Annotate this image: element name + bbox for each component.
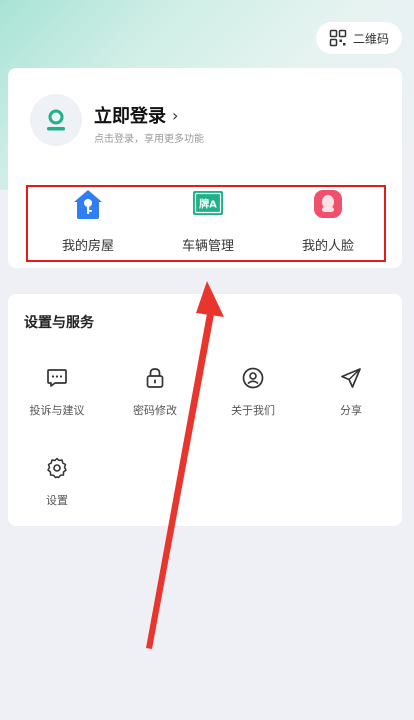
qr-code-icon — [329, 29, 347, 47]
quick-action-vehicle-management[interactable]: 牌A 车辆管理 — [148, 187, 268, 264]
service-password-change[interactable]: 密码修改 — [106, 366, 204, 436]
service-about-us[interactable]: 关于我们 — [204, 366, 302, 436]
default-avatar-icon — [47, 109, 65, 131]
service-label: 关于我们 — [231, 404, 275, 417]
chevron-right-icon: › — [172, 105, 179, 125]
face-icon — [314, 190, 342, 218]
license-plate-icon: 牌A — [193, 191, 223, 215]
login-subtitle: 点击登录，享用更多功能 — [94, 134, 204, 145]
send-icon — [341, 368, 361, 388]
quick-actions-row: 我的房屋 牌A 车辆管理 我的人脸 — [26, 185, 386, 262]
profile-card: 立即登录 › 点击登录，享用更多功能 我的房屋 牌A 车辆管理 我的人脸 — [8, 68, 402, 268]
service-label: 密码修改 — [133, 404, 177, 417]
user-circle-icon — [242, 367, 264, 389]
quick-action-my-face[interactable]: 我的人脸 — [268, 187, 388, 264]
quick-action-label: 我的房屋 — [61, 239, 114, 254]
quick-action-my-house[interactable]: 我的房屋 — [28, 187, 148, 264]
qr-code-button[interactable]: 二维码 — [316, 22, 402, 54]
service-label: 分享 — [340, 404, 362, 417]
plate-badge-text: 牌A — [199, 198, 217, 211]
quick-action-label: 车辆管理 — [181, 239, 234, 254]
login-link[interactable]: 立即登录 › — [94, 102, 178, 128]
quick-action-label: 我的人脸 — [301, 239, 354, 254]
avatar[interactable] — [30, 94, 82, 146]
qr-code-label: 二维码 — [352, 31, 389, 46]
lock-icon — [146, 368, 164, 388]
service-share[interactable]: 分享 — [302, 366, 400, 436]
house-key-icon — [74, 190, 102, 219]
gear-icon — [47, 457, 67, 479]
service-settings[interactable]: 设置 — [8, 456, 106, 526]
service-label: 投诉与建议 — [29, 404, 85, 417]
section-title: 设置与服务 — [24, 315, 94, 331]
service-label: 设置 — [46, 494, 68, 507]
service-complaints[interactable]: 投诉与建议 — [8, 366, 106, 436]
message-icon — [47, 369, 67, 387]
login-title: 立即登录 — [94, 106, 166, 127]
services-card: 设置与服务 投诉与建议 密码修改 关于我们 分享 设置 — [8, 294, 402, 526]
